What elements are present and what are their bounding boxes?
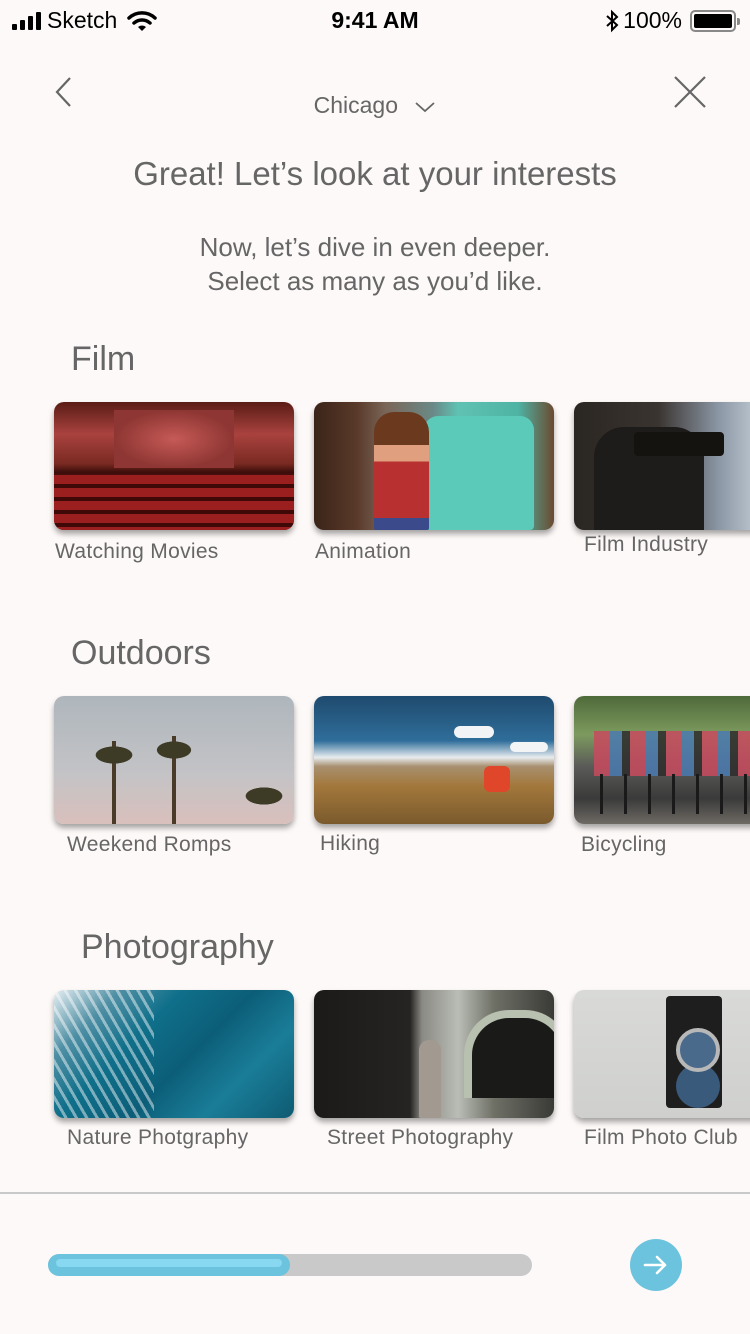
interest-label: Watching Movies	[55, 540, 219, 563]
animation-image	[314, 402, 554, 530]
interest-label: Nature Photgraphy	[67, 1126, 249, 1149]
section-title-outdoors: Outdoors	[71, 634, 211, 672]
interest-label: Film Photo Club	[584, 1126, 738, 1149]
interest-row-photography: Nature Photgraphy Street Photography Fil…	[0, 990, 750, 1170]
interest-label: Animation	[315, 540, 412, 563]
chevron-down-icon	[415, 102, 435, 113]
vintage-camera-image	[574, 990, 750, 1118]
interest-card-film-photo-club[interactable]: Film Photo Club	[574, 990, 750, 1149]
city-selector[interactable]: Chicago	[0, 92, 750, 119]
close-icon	[674, 76, 706, 108]
interest-label: Hiking	[320, 832, 381, 855]
interest-card-animation[interactable]: Animation	[314, 402, 554, 563]
interest-label: Bicycling	[581, 833, 667, 856]
battery-icon	[690, 9, 740, 32]
interest-card-hiking[interactable]: Hiking	[314, 696, 554, 855]
street-photography-image	[314, 990, 554, 1118]
movie-theater-image	[54, 402, 294, 530]
interest-card-bicycling[interactable]: Bicycling	[574, 696, 750, 856]
interest-card-film-industry[interactable]: Film Industry	[574, 402, 750, 556]
section-title-photography: Photography	[81, 928, 274, 966]
arrow-right-icon	[643, 1255, 667, 1275]
interest-card-watching-movies[interactable]: Watching Movies	[54, 402, 294, 563]
bluetooth-icon	[606, 9, 619, 32]
interest-label: Film Industry	[584, 533, 709, 556]
section-title-film: Film	[71, 340, 136, 378]
interest-card-nature-photography[interactable]: Nature Photgraphy	[54, 990, 294, 1149]
interest-label: Street Photography	[327, 1126, 514, 1149]
status-bar: Sketch 9:41 AM 100%	[0, 0, 750, 40]
ocean-waves-image	[54, 990, 294, 1118]
hiking-image	[314, 696, 554, 824]
close-button[interactable]	[670, 72, 710, 112]
subtitle-line-2: Select as many as you’d like.	[207, 266, 543, 296]
interest-card-street-photography[interactable]: Street Photography	[314, 990, 554, 1149]
progress-bar	[48, 1254, 532, 1276]
progress-fill	[48, 1254, 290, 1276]
status-bar-right: 100%	[605, 7, 740, 34]
next-button[interactable]	[630, 1239, 682, 1291]
interest-label: Weekend Romps	[67, 833, 232, 856]
battery-percent: 100%	[623, 7, 682, 33]
palm-trees-image	[54, 696, 294, 824]
bicycling-image	[574, 696, 750, 824]
interest-row-outdoors: Weekend Romps Hiking Bicycling	[0, 696, 750, 876]
interest-card-weekend-romps[interactable]: Weekend Romps	[54, 696, 294, 856]
interest-row-film: Watching Movies Animation Film Industry	[0, 402, 750, 582]
city-label: Chicago	[313, 92, 398, 118]
page-title: Great! Let’s look at your interests	[133, 155, 617, 192]
footer-divider	[0, 1192, 750, 1194]
subtitle-line-1: Now, let’s dive in even deeper.	[199, 232, 551, 262]
film-crew-image	[574, 402, 750, 530]
